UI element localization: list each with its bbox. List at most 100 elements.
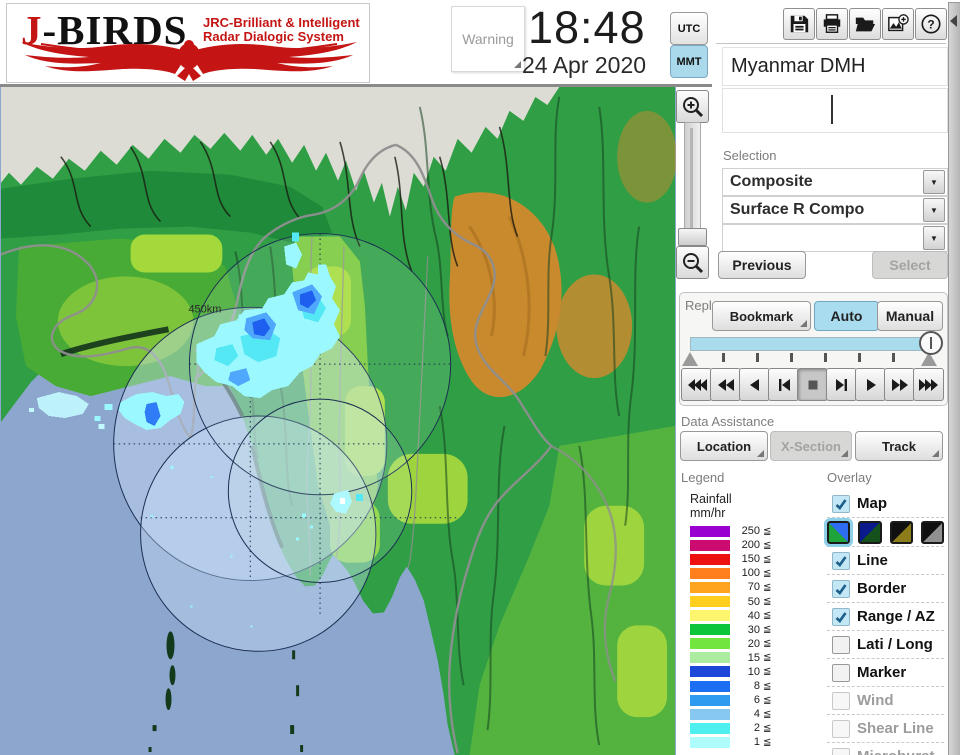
chevron-down-icon[interactable]: ▼ xyxy=(923,198,945,222)
option-dropdown[interactable]: ▼ xyxy=(722,224,948,252)
xsection-button: X-Section xyxy=(770,431,852,461)
mmt-button[interactable]: MMT xyxy=(670,45,708,78)
legend-color-swatch xyxy=(690,624,730,635)
magnifier-minus-icon xyxy=(681,251,705,275)
checkbox-map[interactable] xyxy=(832,495,850,513)
help-button[interactable]: ? xyxy=(915,8,947,40)
overlay-item-latilong[interactable]: Lati / Long xyxy=(827,630,944,658)
manual-mode-button[interactable]: Manual xyxy=(877,301,943,331)
overlay-item-label: Wind xyxy=(857,692,894,709)
clock-date: 24 Apr 2020 xyxy=(522,52,646,79)
radar-map[interactable]: 450km xyxy=(0,87,676,755)
checkbox-shearline xyxy=(832,720,850,738)
location-button[interactable]: Location xyxy=(680,431,768,461)
selection-label: Selection xyxy=(723,148,776,163)
composite-dropdown-value: Composite xyxy=(730,173,923,191)
playback-play-backward-button[interactable] xyxy=(739,368,770,401)
overlay-item-border[interactable]: Border xyxy=(827,574,944,602)
legend-row: 1≦ xyxy=(690,735,785,749)
warning-button[interactable]: Warning xyxy=(451,6,525,72)
checkbox-line[interactable] xyxy=(832,552,850,570)
legend-color-swatch xyxy=(690,526,730,537)
slider-tick xyxy=(858,353,861,362)
playback-step-forward-button[interactable] xyxy=(826,368,857,401)
zoom-out-button[interactable] xyxy=(676,246,709,279)
slider-tick xyxy=(722,353,725,362)
overlay-item-label: Marker xyxy=(857,664,906,681)
replay-slider-track[interactable] xyxy=(690,337,940,351)
bookmark-button[interactable]: Bookmark xyxy=(712,301,811,331)
legend-value: 8 xyxy=(730,680,760,692)
playback-skip-last-button[interactable] xyxy=(913,368,944,401)
map-style-swatches xyxy=(827,517,944,546)
legend-color-swatch xyxy=(690,666,730,677)
playback-fast-backward-button[interactable] xyxy=(710,368,741,401)
snapshot-button[interactable] xyxy=(882,8,914,40)
legend-scale: 250≦200≦150≦100≦70≦50≦40≦30≦20≦15≦10≦8≦6… xyxy=(690,524,785,750)
floppy-icon xyxy=(788,13,810,35)
legend-color-swatch xyxy=(690,540,730,551)
legend-operator: ≦ xyxy=(763,582,771,593)
folder-icon xyxy=(854,13,876,35)
playback-stop-button[interactable] xyxy=(797,368,828,401)
overlay-item-rangeaz[interactable]: Range / AZ xyxy=(827,602,944,630)
auto-mode-button[interactable]: Auto xyxy=(814,301,879,331)
playback-fast-forward-button[interactable] xyxy=(884,368,915,401)
playback-play-forward-button[interactable] xyxy=(855,368,886,401)
overlay-item-label: Range / AZ xyxy=(857,608,935,625)
utc-button[interactable]: UTC xyxy=(670,12,708,45)
overlay-item-line[interactable]: Line xyxy=(827,546,944,574)
zoom-in-button[interactable] xyxy=(676,90,709,123)
panel-collapse-bar[interactable] xyxy=(948,2,960,755)
legend-value: 150 xyxy=(730,553,760,565)
map-style-black-gray[interactable] xyxy=(921,521,944,544)
printer-icon xyxy=(821,13,843,35)
legend-color-swatch xyxy=(690,709,730,720)
overlay-item-map[interactable]: Map xyxy=(827,490,944,517)
save-button[interactable] xyxy=(783,8,815,40)
legend-value: 15 xyxy=(730,652,760,664)
overlay-list: Map Line Border Range / AZ Lati / Long Marker… xyxy=(827,490,944,755)
map-canvas: 450km xyxy=(0,87,676,755)
legend-value: 70 xyxy=(730,581,760,593)
print-button[interactable] xyxy=(816,8,848,40)
legend-value: 30 xyxy=(730,624,760,636)
playback-skip-first-button[interactable] xyxy=(681,368,712,401)
legend-value: 40 xyxy=(730,610,760,622)
legend-operator: ≦ xyxy=(763,624,771,635)
checkbox-rangeaz[interactable] xyxy=(832,608,850,626)
legend-operator: ≦ xyxy=(763,709,771,720)
map-style-navy-darkgreen[interactable] xyxy=(858,521,881,544)
playback-step-backward-button[interactable] xyxy=(768,368,799,401)
open-file-button[interactable] xyxy=(849,8,881,40)
slider-start-marker[interactable] xyxy=(682,352,698,366)
logo: J-BIRDS JRC-Brilliant & Intelligent Rada… xyxy=(6,3,370,83)
chevron-down-icon[interactable]: ▼ xyxy=(923,170,945,194)
product-dropdown[interactable]: Surface R Compo ▼ xyxy=(722,196,948,224)
legend-row: 4≦ xyxy=(690,707,785,721)
map-style-black-olive[interactable] xyxy=(890,521,913,544)
image-plus-icon xyxy=(887,13,909,35)
svg-text:?: ? xyxy=(927,18,934,32)
legend-operator: ≦ xyxy=(763,596,771,607)
previous-button[interactable]: Previous xyxy=(718,251,806,279)
overlay-item-label: Border xyxy=(857,580,906,597)
slider-tick xyxy=(790,353,793,362)
replay-slider-handle[interactable] xyxy=(919,331,943,355)
composite-dropdown[interactable]: Composite ▼ xyxy=(722,168,948,196)
overlay-item-marker[interactable]: Marker xyxy=(827,658,944,686)
legend-row: 8≦ xyxy=(690,679,785,693)
checkbox-marker[interactable] xyxy=(832,664,850,682)
checkbox-latilong[interactable] xyxy=(832,636,850,654)
legend-value: 6 xyxy=(730,694,760,706)
zoom-slider-handle[interactable] xyxy=(678,228,707,246)
map-style-blue-green[interactable] xyxy=(827,521,850,544)
chevron-down-icon[interactable]: ▼ xyxy=(923,226,945,250)
overlay-item-wind: Wind xyxy=(827,686,944,714)
track-button[interactable]: Track xyxy=(855,431,943,461)
checkbox-border[interactable] xyxy=(832,580,850,598)
legend-row: 250≦ xyxy=(690,524,785,538)
site-input[interactable] xyxy=(722,88,948,133)
checkbox-wind xyxy=(832,692,850,710)
legend-value: 100 xyxy=(730,567,760,579)
